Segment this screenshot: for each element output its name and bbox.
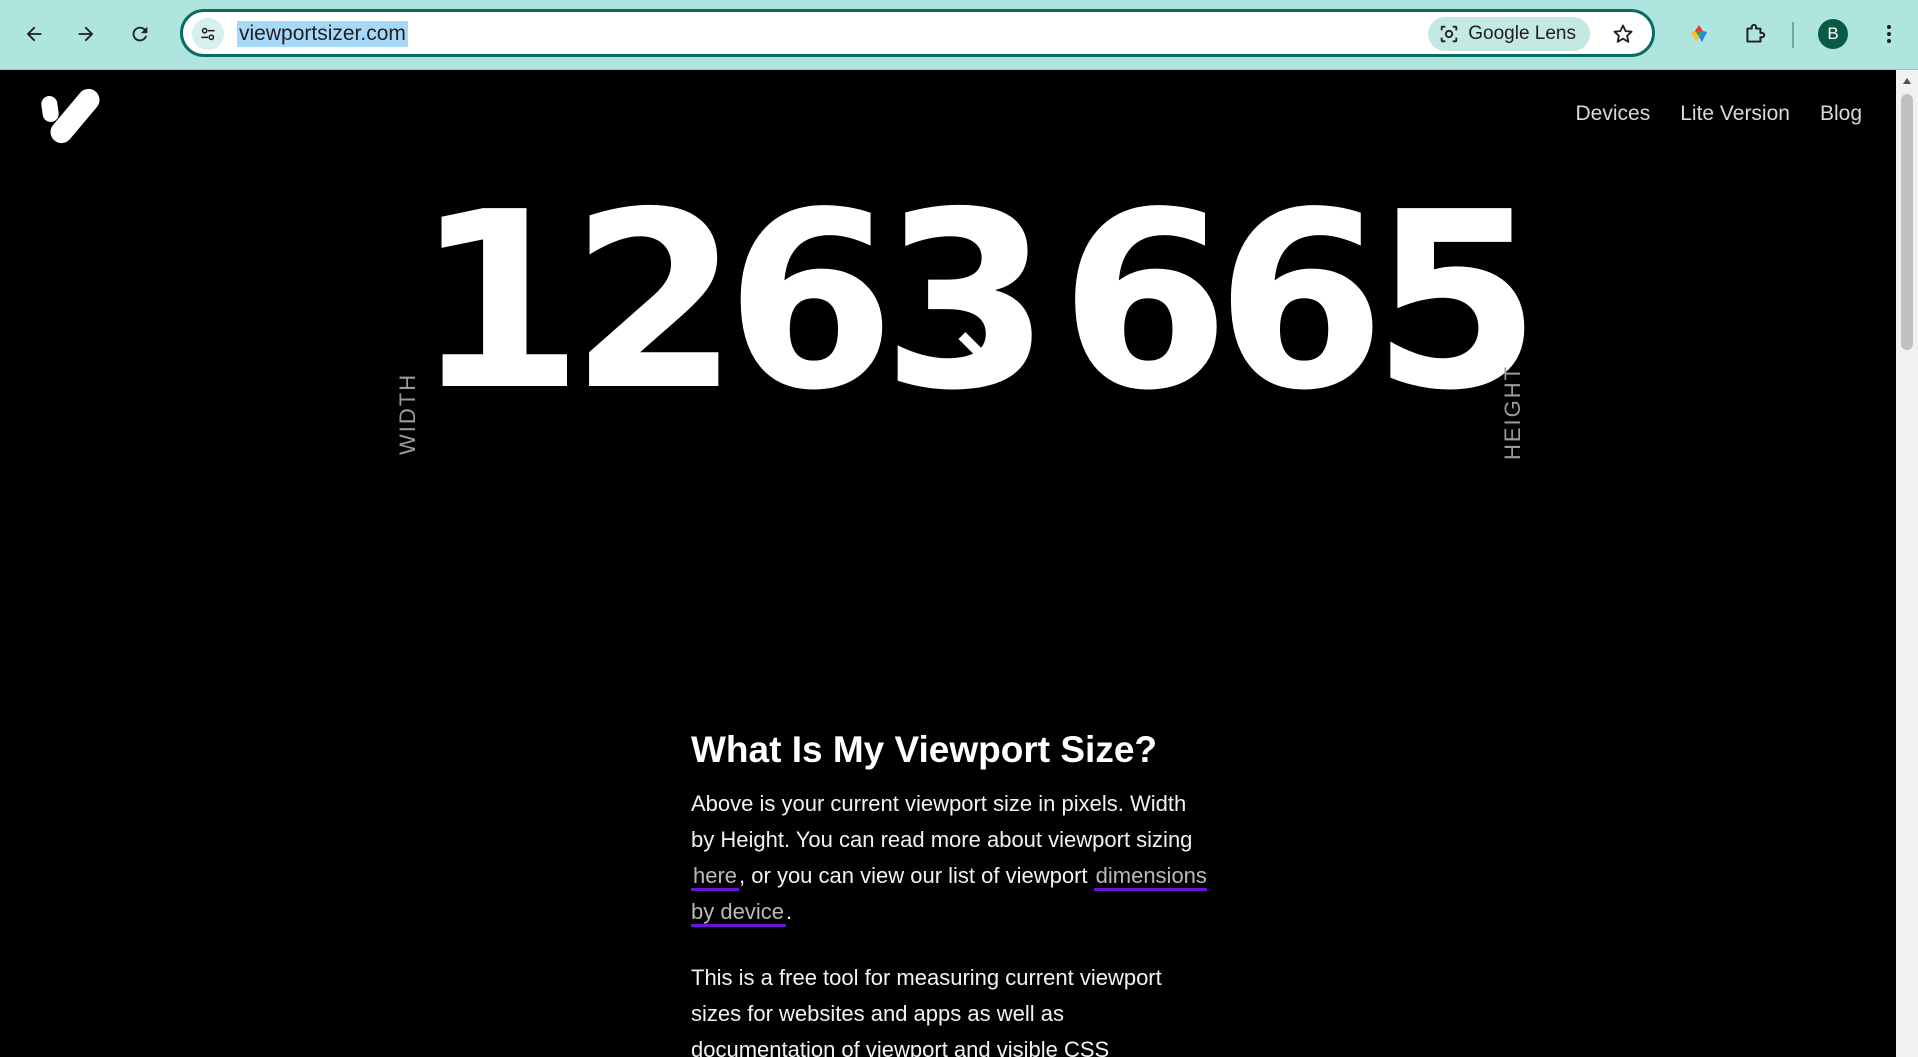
bookmark-button[interactable] <box>1608 19 1638 49</box>
height-label: HEIGHT <box>1500 364 1525 460</box>
back-button[interactable] <box>16 16 52 52</box>
here-link[interactable]: here <box>691 863 740 891</box>
url-text[interactable]: viewportsizer.com <box>237 21 408 47</box>
page-content: Devices Lite Version Blog WIDTH 1263 × 6… <box>0 70 1896 1057</box>
paragraph-text: Above is your current viewport size in p… <box>691 791 1193 852</box>
nav-devices[interactable]: Devices <box>1576 102 1651 126</box>
lens-icon <box>1441 25 1458 43</box>
puzzle-icon <box>1746 23 1766 43</box>
back-arrow-icon <box>26 26 42 42</box>
profile-avatar[interactable]: B <box>1818 19 1848 49</box>
reload-icon <box>132 26 148 42</box>
browser-toolbar: viewportsizer.com Google Lens B <box>0 0 1918 70</box>
site-info-button[interactable] <box>192 18 224 50</box>
extensions-button[interactable] <box>1738 17 1772 51</box>
nav-blog[interactable]: Blog <box>1820 102 1862 126</box>
nav-lite-version[interactable]: Lite Version <box>1680 102 1790 126</box>
tune-icon <box>201 27 215 41</box>
toolbar-divider <box>1792 22 1794 48</box>
forward-arrow-icon <box>78 26 94 42</box>
star-icon <box>1613 24 1633 43</box>
viewport-height-value: 665 <box>1060 160 1541 444</box>
paragraph-text: . <box>785 899 793 924</box>
times-sign: × <box>948 305 1019 403</box>
reload-button[interactable] <box>122 16 158 52</box>
viewport-width-value: 1263 <box>414 160 1051 444</box>
color-extension-icon <box>1691 25 1707 42</box>
scroll-up-arrow-icon <box>1903 78 1911 84</box>
article-paragraph-2: This is a free tool for measuring curren… <box>691 965 1162 1057</box>
browser-menu-button[interactable] <box>1872 17 1906 51</box>
article: What Is My Viewport Size? Above is your … <box>691 728 1211 1057</box>
page-scrollbar[interactable] <box>1896 70 1918 1057</box>
scroll-thumb[interactable] <box>1901 94 1913 350</box>
google-lens-label: Google Lens <box>1468 23 1576 44</box>
paragraph-text: , or you can view our list of viewport <box>739 863 1094 888</box>
kebab-menu-icon <box>1887 25 1891 43</box>
forward-button[interactable] <box>68 16 104 52</box>
scroll-up-button[interactable] <box>1896 70 1918 92</box>
site-logo-icon[interactable] <box>40 84 104 148</box>
google-lens-button[interactable]: Google Lens <box>1428 17 1590 51</box>
site-nav: Devices Lite Version Blog <box>1576 102 1862 126</box>
article-heading: What Is My Viewport Size? <box>691 729 1158 770</box>
article-paragraph-1: Above is your current viewport size in p… <box>691 786 1211 930</box>
color-extension-button[interactable] <box>1682 17 1716 51</box>
address-bar[interactable]: viewportsizer.com Google Lens <box>180 9 1655 57</box>
